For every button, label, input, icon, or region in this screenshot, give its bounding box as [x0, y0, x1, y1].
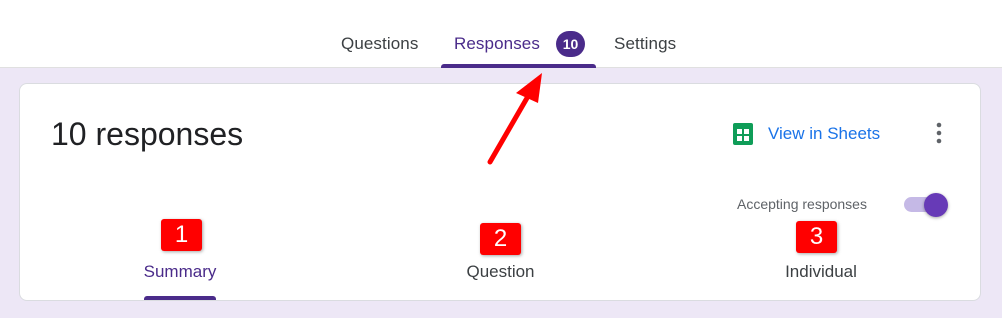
toggle-knob	[924, 193, 948, 217]
accepting-responses-label: Accepting responses	[737, 196, 867, 212]
subtab-summary[interactable]: Summary	[140, 262, 220, 282]
more-options-button[interactable]	[926, 120, 952, 146]
annotation-badge-3: 3	[796, 221, 837, 253]
responses-title: 10 responses	[51, 116, 244, 152]
tab-settings[interactable]: Settings	[614, 34, 676, 54]
tab-responses[interactable]: Responses	[454, 34, 540, 54]
top-tab-bar: Questions Responses 10 Settings	[0, 0, 1002, 68]
annotation-badge-2: 2	[480, 223, 521, 255]
tab-questions[interactable]: Questions	[341, 34, 418, 54]
responses-card: 10 responses View in Sheets Accepting re…	[19, 83, 981, 301]
view-in-sheets-label: View in Sheets	[768, 124, 881, 143]
responses-count-badge: 10	[556, 31, 585, 57]
active-subtab-indicator	[144, 296, 216, 300]
more-vert-icon	[926, 120, 952, 146]
subtab-question[interactable]: Question	[458, 262, 543, 282]
view-in-sheets-button[interactable]: View in Sheets	[732, 122, 880, 146]
accepting-responses-toggle[interactable]	[904, 193, 948, 217]
subtab-individual[interactable]: Individual	[776, 262, 866, 282]
annotation-badge-1: 1	[161, 219, 202, 251]
google-sheets-icon	[732, 123, 754, 145]
